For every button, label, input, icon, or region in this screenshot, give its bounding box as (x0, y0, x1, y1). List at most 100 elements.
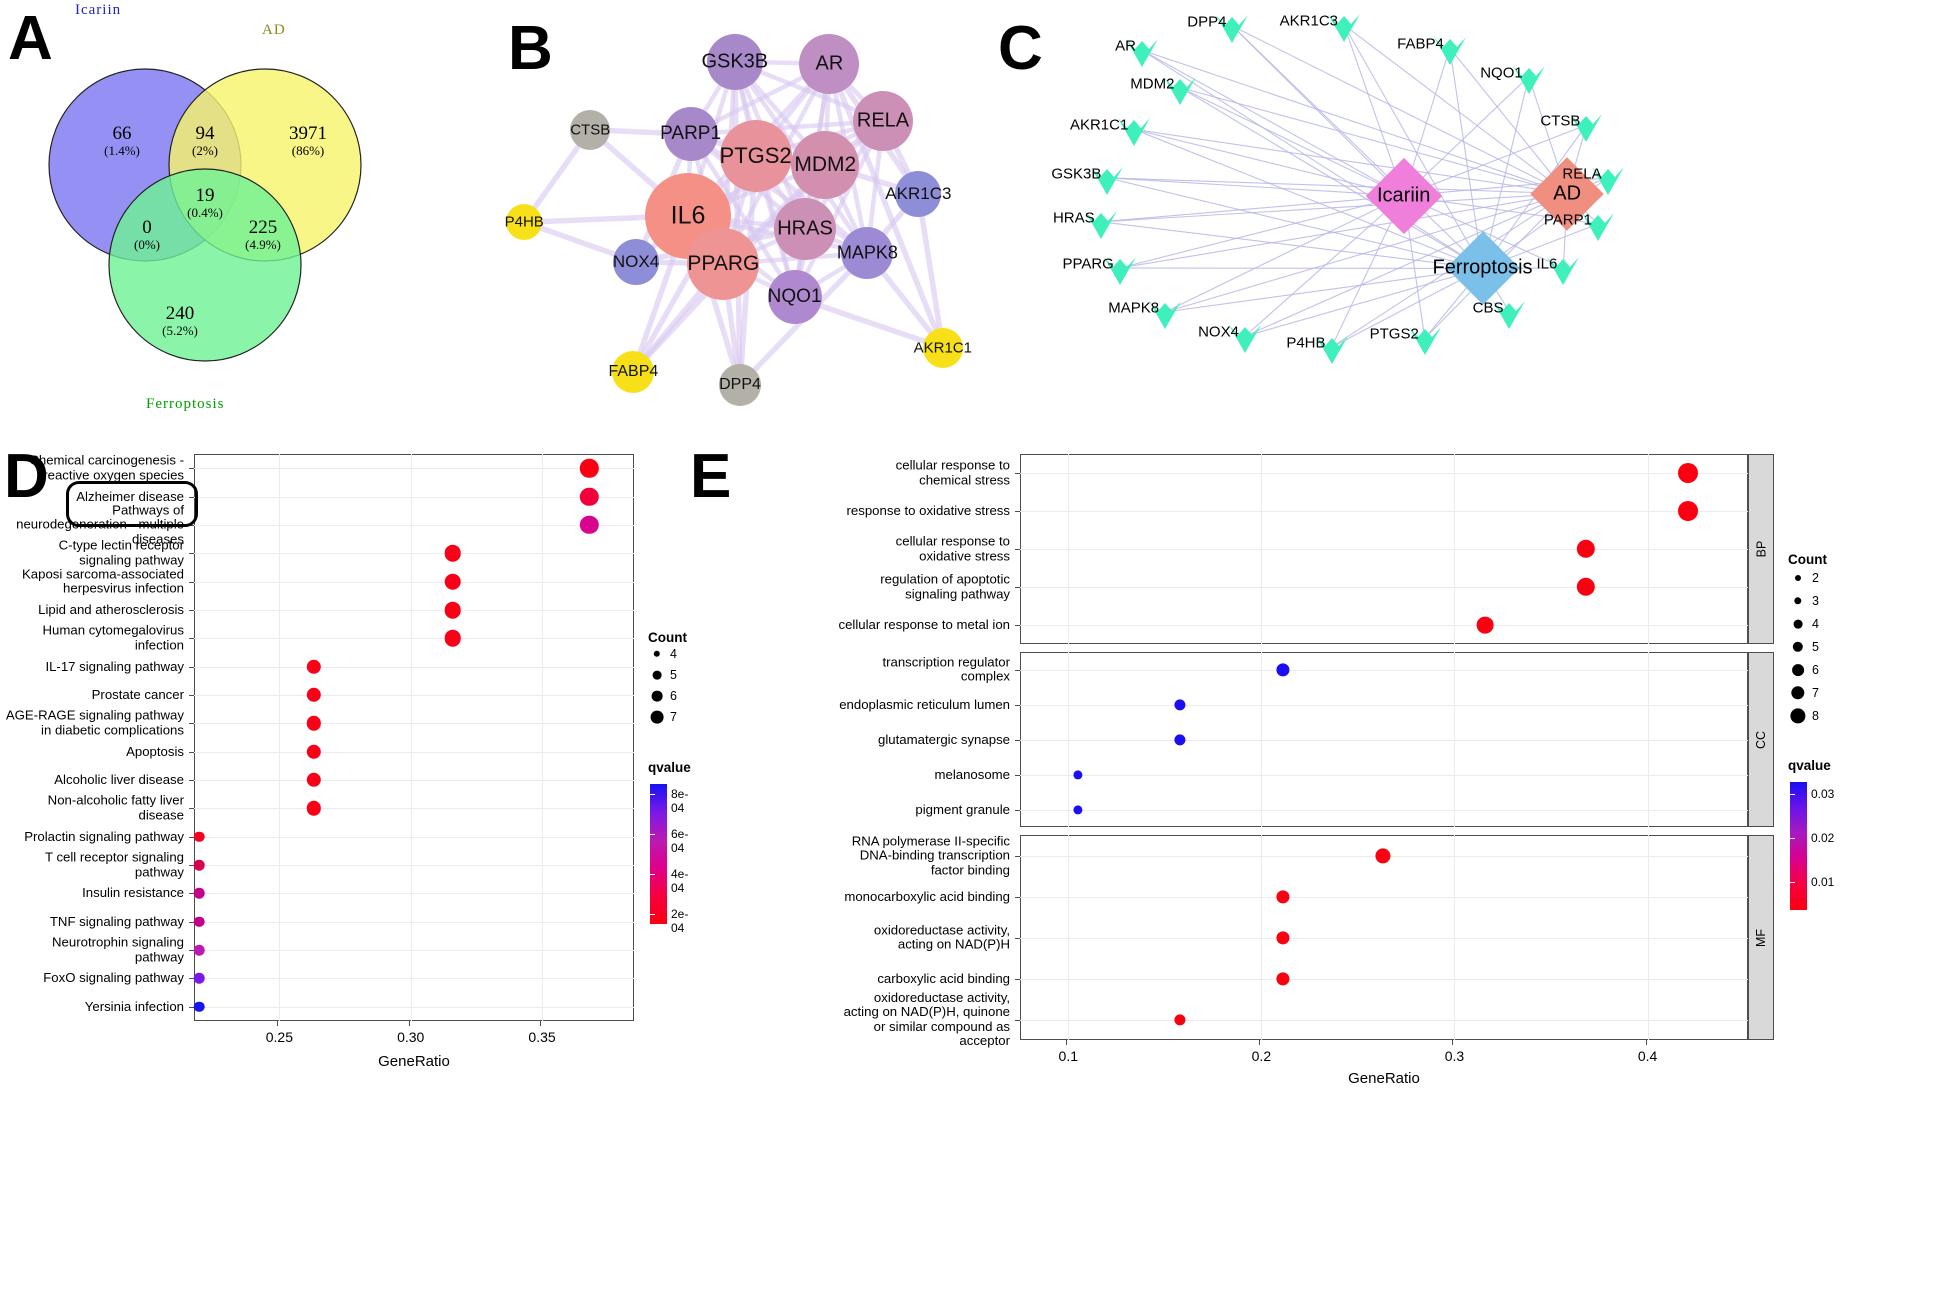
panel-d-colorbar-tick (650, 834, 655, 835)
gene-label-nqo1: NQO1 (1480, 64, 1523, 82)
venn-count-ad-ferroptosis: 225 (4.9%) (245, 217, 281, 252)
panel-e-count-legend-dot (1793, 619, 1803, 629)
panel-d-point[interactable] (193, 1001, 205, 1013)
panel-d-ytick (189, 582, 194, 583)
panel-e-point[interactable] (1678, 501, 1699, 521)
ppi-node-label-ar: AR (815, 52, 844, 75)
panel-d-point[interactable] (193, 973, 205, 984)
ppi-node-label-gsk3b: GSK3B (701, 50, 769, 73)
panel-e-ytick (1015, 705, 1020, 706)
panel-e-ytick (1015, 775, 1020, 776)
panel-d-colorbar-label: 2e-04 (671, 907, 689, 935)
panel-d-xtick (540, 1021, 541, 1026)
panel-d-count-legend-dot (651, 690, 663, 702)
panel-d-gridline-h (194, 922, 634, 923)
panel-e-count-legend-dot (1791, 686, 1805, 700)
panel-e-gridline-v (1068, 652, 1069, 827)
panel-d-colorbar-tick (650, 874, 655, 875)
panel-d-point[interactable] (193, 831, 205, 843)
panel-e-facet-strip-cc: CC (1748, 652, 1774, 827)
panel-d-gridline-h (194, 582, 634, 583)
gene-label-akr1c3: AKR1C3 (1279, 12, 1339, 30)
panel-e-count-legend-label: 6 (1812, 663, 1819, 677)
panel-e-term-label: oxidoreductase activity, acting on NAD(P… (843, 989, 1010, 1048)
panel-d-term-label: Neurotrophin signaling pathway (52, 934, 184, 965)
panel-d-term-label: Kaposi sarcoma-associated herpesvirus in… (22, 566, 184, 596)
panel-e-count-legend-dot (1795, 575, 1801, 581)
panel-d-ytick (189, 468, 194, 469)
ppi-node-label-akr1c1: AKR1C1 (913, 339, 972, 357)
panel-d-point[interactable] (444, 629, 462, 647)
panel-e-facet-label: CC (1754, 730, 1768, 749)
panel-d-term-label: TNF signaling pathway (49, 913, 184, 929)
panel-d-point[interactable] (444, 573, 462, 590)
panel-c-target-network: C Icariin AD Ferroptosis AR DPP4 AKR1C3 FABP4 N… (990, 0, 1952, 440)
ppi-node-label-rela: RELA (856, 109, 910, 132)
panel-e-gridline-v (1648, 835, 1649, 1040)
panel-d-xticklabel: 0.30 (397, 1029, 425, 1045)
panel-e-ytick (1015, 587, 1020, 588)
panel-d-colorbar-label: 4e-04 (671, 867, 689, 895)
ppi-node-label-ptgs2: PTGS2 (719, 143, 792, 169)
ppi-node-label-fabp4: FABP4 (608, 362, 659, 380)
panel-d-gridline-h (194, 723, 634, 724)
panel-d-ytick (189, 780, 194, 781)
gene-label-hras: HRAS (1052, 209, 1095, 227)
panel-d-point[interactable] (193, 888, 205, 899)
panel-d-term-label: Yersinia infection (84, 998, 184, 1014)
panel-d-point[interactable] (193, 916, 205, 928)
panel-e-ytick (1015, 473, 1020, 474)
ppi-node-label-parp1: PARP1 (660, 123, 722, 145)
panel-e-gridline-h (1020, 587, 1748, 588)
panel-d-term-label: Lipid and atherosclerosis (38, 601, 184, 617)
panel-d-colorbar-tick (650, 794, 655, 795)
panel-d-ytick (189, 610, 194, 611)
panel-d-point[interactable] (193, 859, 205, 871)
panel-d-qvalue-colorbar (650, 784, 667, 924)
panel-d-ytick (189, 723, 194, 724)
ppi-node-label-mapk8: MAPK8 (836, 242, 898, 263)
panel-d-kegg-dotplot: D 0.25 0.30 0.35 GeneRatio Chemical carcinog… (0, 440, 691, 1306)
panel-e-go-dotplot: E BP cellular response to chemical stress… (690, 440, 1952, 1306)
panel-d-gridline-h (194, 808, 634, 809)
venn-count-ad-only: 3971 (86%) (289, 123, 327, 158)
panel-d-term-label: Chemical carcinogenesis - reactive oxyge… (29, 452, 184, 483)
panel-e-xticklabel: 0.1 (1058, 1048, 1078, 1064)
figure-canvas: A Icariin AD Ferroptosis 66 (1.4%) 94 (2… (0, 0, 1952, 1306)
panel-d-gridline-h (194, 468, 634, 469)
panel-e-gridline-v (1648, 652, 1649, 827)
hub-label-ad: AD (1553, 182, 1582, 205)
panel-e-gridline-h (1020, 705, 1748, 706)
ppi-node-label-dpp4: DPP4 (719, 376, 761, 393)
panel-d-point[interactable] (444, 544, 462, 562)
panel-e-term-label: cellular response to metal ion (838, 616, 1010, 632)
panel-d-count-legend-label: 6 (670, 689, 677, 703)
panel-d-point[interactable] (444, 601, 462, 619)
panel-e-point[interactable] (1678, 463, 1699, 483)
panel-d-count-legend-label: 5 (670, 668, 677, 682)
panel-e-facet-strip-mf: MF (1748, 835, 1774, 1040)
gene-label-pparg: PPARG (1062, 255, 1114, 273)
panel-e-point[interactable] (1476, 616, 1494, 634)
panel-e-gridline-h (1020, 511, 1748, 512)
panel-e-gridline-h (1020, 740, 1748, 741)
panel-e-gridline-h (1020, 549, 1748, 550)
panel-e-count-legend-label: 5 (1812, 640, 1819, 654)
panel-d-highlight-box (66, 480, 198, 527)
panel-d-point[interactable] (193, 944, 205, 956)
panel-e-gridline-v (1261, 835, 1262, 1040)
panel-d-xtick (409, 1021, 410, 1026)
ppi-node-label-hras: HRAS (777, 217, 833, 240)
gene-label-akr1c1: AKR1C1 (1069, 116, 1129, 134)
panel-d-count-legend-label: 7 (670, 710, 677, 724)
panel-d-term-label: Apoptosis (126, 743, 184, 759)
panel-e-ytick (1015, 740, 1020, 741)
panel-d-qvalue-legend-title: qvalue (648, 760, 691, 775)
panel-d-term-label: Insulin resistance (82, 885, 184, 901)
panel-d-gridline-h (194, 667, 634, 668)
panel-e-facet-strip-bp: BP (1748, 454, 1774, 644)
panel-e-xticklabel: 0.4 (1637, 1048, 1658, 1064)
panel-e-ytick (1015, 670, 1020, 671)
panel-d-count-legend-title: Count (648, 630, 687, 645)
panel-e-gridline-v (1068, 835, 1069, 1040)
